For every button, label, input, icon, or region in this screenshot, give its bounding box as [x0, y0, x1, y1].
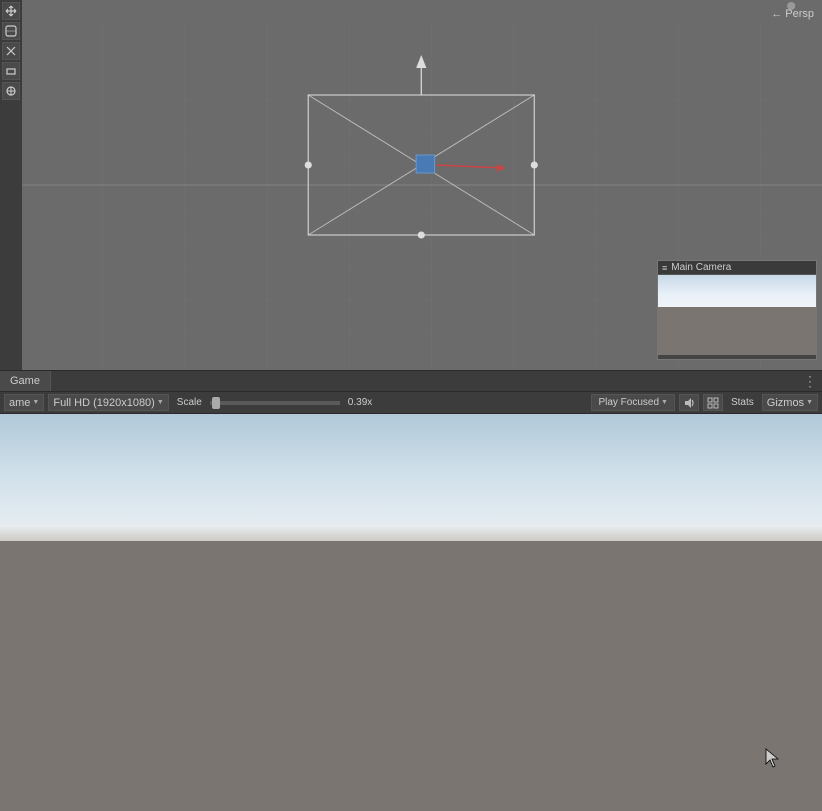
scale-value: 0.39x: [348, 397, 372, 408]
game-toolbar: ame ▼ Full HD (1920x1080) ▼ Scale 0.39x …: [0, 392, 822, 414]
audio-icon: [683, 397, 695, 409]
grid-icon-btn[interactable]: [703, 394, 723, 411]
game-tab[interactable]: Game: [0, 371, 51, 391]
camera-preview-body: [658, 275, 816, 355]
camera-preview-ground: [658, 307, 816, 355]
left-toolbar: [0, 0, 22, 370]
rotate-tool-btn[interactable]: [2, 22, 20, 40]
display-dropdown-arrow: ▼: [32, 399, 39, 406]
camera-preview: ≡ Main Camera: [657, 260, 817, 360]
resolution-dropdown-arrow: ▼: [157, 399, 164, 406]
persp-label: ← Persp: [771, 8, 814, 20]
play-focused-dropdown-arrow: ▼: [661, 399, 668, 406]
camera-preview-menu-icon: ≡: [662, 263, 667, 273]
play-focused-button[interactable]: Play Focused ▼: [591, 394, 675, 411]
resolution-dropdown[interactable]: Full HD (1920x1080) ▼: [48, 394, 168, 411]
game-sky: [0, 414, 822, 533]
scale-slider-thumb[interactable]: [212, 397, 220, 409]
stats-button[interactable]: Stats: [727, 394, 758, 411]
display-dropdown[interactable]: ame ▼: [4, 394, 44, 411]
game-view: [0, 414, 822, 811]
mouse-cursor: [765, 748, 777, 766]
stats-label: Stats: [731, 397, 754, 408]
cursor-icon: [765, 748, 779, 768]
display-label: ame: [9, 397, 30, 409]
game-tabbar: Game ⋮: [0, 370, 822, 392]
gizmos-dropdown[interactable]: Gizmos ▼: [762, 394, 818, 411]
scene-view: ← Persp ≡ Main Camera: [0, 0, 822, 370]
game-ground: [0, 541, 822, 811]
scale-label: Scale: [177, 397, 202, 408]
resolution-value: Full HD (1920x1080): [53, 397, 155, 409]
scale-tool-btn[interactable]: [2, 42, 20, 60]
custom-tool-btn[interactable]: [2, 82, 20, 100]
game-tab-label: Game: [10, 375, 40, 387]
gizmos-label: Gizmos: [767, 397, 804, 409]
scale-slider[interactable]: [210, 401, 340, 405]
move-tool-btn[interactable]: [2, 2, 20, 20]
game-tab-dots[interactable]: ⋮: [803, 373, 817, 390]
camera-preview-header: ≡ Main Camera: [658, 261, 816, 275]
grid-icon: [707, 397, 719, 409]
camera-preview-title: Main Camera: [671, 262, 731, 273]
camera-preview-sky: [658, 275, 816, 307]
play-focused-label: Play Focused: [598, 397, 659, 408]
rect-tool-btn[interactable]: [2, 62, 20, 80]
gizmos-dropdown-arrow: ▼: [806, 399, 813, 406]
audio-icon-btn[interactable]: [679, 394, 699, 411]
